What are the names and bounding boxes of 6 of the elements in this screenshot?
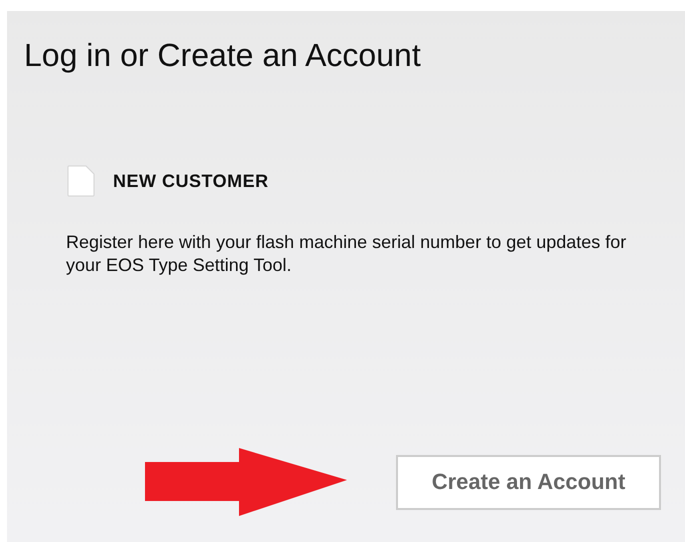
arrow-icon [143, 447, 348, 517]
page-title: Log in or Create an Account [24, 36, 422, 75]
description-text: Register here with your flash machine serial number to get updates for your EOS Type Setting Tool. [66, 231, 628, 277]
document-icon [67, 165, 95, 197]
create-account-button[interactable]: Create an Account [396, 454, 661, 510]
section-heading: NEW CUSTOMER [113, 170, 269, 192]
